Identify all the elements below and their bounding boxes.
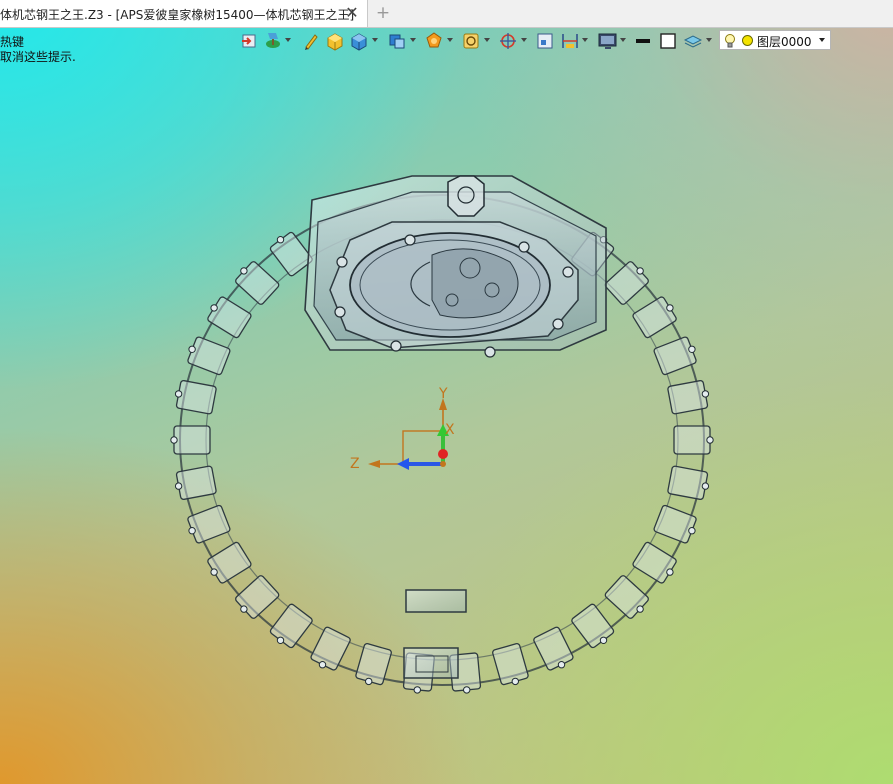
- bracelet-link: [175, 379, 217, 415]
- wireframe-icon[interactable]: [462, 31, 480, 51]
- link-screw: [688, 345, 696, 353]
- watch-case: [304, 175, 607, 358]
- link-screw: [706, 436, 714, 444]
- bracelet-link: [175, 465, 217, 501]
- import-icon[interactable]: [240, 31, 258, 51]
- 3d-viewport[interactable]: Y X Z 体机芯钢王之王.Z3 - [APS爱彼皇家橡树15400—体机芯钢王…: [0, 0, 893, 784]
- bracelet-link: [632, 541, 677, 584]
- bracelet-link: [310, 626, 351, 671]
- link-screw: [636, 267, 644, 275]
- bracelet-link: [173, 425, 211, 455]
- bracelet-link: [653, 336, 697, 376]
- link-screw: [240, 267, 248, 275]
- bracelet-link: [187, 336, 231, 376]
- bracelet-link: [653, 504, 697, 544]
- link-screw: [188, 527, 196, 535]
- fill-color-icon[interactable]: [659, 31, 677, 51]
- bracelet-link: [207, 296, 252, 339]
- link-screw: [210, 304, 218, 312]
- crown: [447, 175, 485, 217]
- document-tab[interactable]: 体机芯钢王之王.Z3 - [APS爱彼皇家橡树15400—体机芯钢王之王] ✕: [0, 0, 368, 27]
- x-axis-label: X: [445, 422, 455, 438]
- cube-shade-icon[interactable]: [388, 31, 406, 51]
- link-screw: [174, 482, 183, 490]
- link-screw: [210, 568, 218, 576]
- screen-icon[interactable]: [598, 31, 618, 51]
- link-screw: [701, 482, 710, 490]
- link-screw: [557, 661, 566, 669]
- y-axis-label: Y: [438, 386, 448, 402]
- new-tab-icon[interactable]: +: [374, 2, 392, 24]
- link-screw: [188, 345, 196, 353]
- bracelet-link: [187, 504, 231, 544]
- fit-view-icon[interactable]: [537, 31, 553, 51]
- cube-view-icon[interactable]: [350, 31, 368, 51]
- render-mode-icon[interactable]: [425, 31, 443, 51]
- link-screw: [413, 686, 421, 694]
- bracelet-link: [235, 575, 280, 619]
- link-screw: [688, 527, 696, 535]
- watch-model[interactable]: Y X Z: [0, 0, 893, 784]
- bracelet-link: [235, 261, 280, 305]
- clasp: [403, 589, 467, 679]
- bracelet-link: [667, 379, 709, 415]
- link-screw: [318, 661, 327, 669]
- link-screw: [276, 236, 285, 244]
- close-tab-icon[interactable]: ✕: [343, 2, 361, 24]
- layer-manage-icon[interactable]: [684, 31, 702, 51]
- document-tab-title: 体机芯钢王之王.Z3 - [APS爱彼皇家橡树15400—体机芯钢王之王]: [0, 8, 355, 22]
- solid-box-icon[interactable]: [326, 31, 344, 51]
- axis-triad: Y X Z: [350, 386, 455, 472]
- link-screw: [599, 636, 608, 644]
- paint-icon[interactable]: [264, 31, 282, 51]
- link-screw: [463, 686, 471, 694]
- bracelet-link: [632, 296, 677, 339]
- link-screw: [170, 436, 178, 444]
- line-color-icon[interactable]: [635, 31, 651, 51]
- bracelet-link: [207, 541, 252, 584]
- document-tab-bar: 体机芯钢王之王.Z3 - [APS爱彼皇家橡树15400—体机芯钢王之王] ✕ …: [0, 0, 893, 28]
- pivot-icon[interactable]: [499, 31, 517, 51]
- bracelet-link: [269, 603, 313, 649]
- link-screw: [701, 390, 710, 398]
- bracelet-link: [604, 261, 649, 305]
- link-screw: [666, 304, 674, 312]
- pen-icon[interactable]: [303, 31, 319, 51]
- link-screw: [511, 677, 519, 686]
- dismiss-hints-link[interactable]: 取消这些提示.: [0, 48, 76, 65]
- link-screw: [174, 390, 183, 398]
- link-screw: [666, 568, 674, 576]
- z-axis-label: Z: [350, 456, 360, 472]
- bracelet-link: [269, 231, 313, 277]
- dimension-icon[interactable]: [561, 31, 579, 51]
- bracelet-link: [673, 425, 711, 455]
- bracelet-link: [604, 575, 649, 619]
- link-screw: [636, 605, 644, 613]
- bracelet-link: [533, 626, 574, 671]
- link-screw: [276, 636, 285, 644]
- link-screw: [240, 605, 248, 613]
- bracelet-link: [667, 465, 709, 501]
- link-screw: [365, 677, 373, 686]
- bracelet-link: [571, 603, 615, 649]
